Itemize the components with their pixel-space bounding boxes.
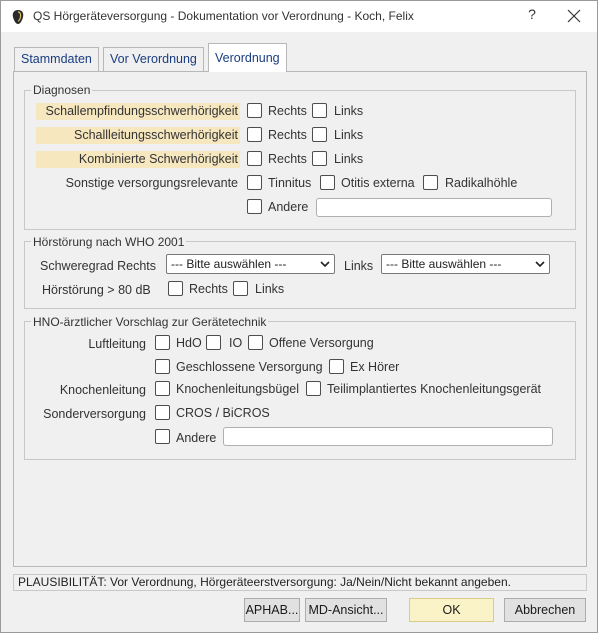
who-hoerstoerung-links-label: Links (255, 282, 285, 296)
hno-andere-label: Andere (176, 431, 217, 445)
diag-schallempfindung-links-checkbox[interactable] (312, 103, 327, 118)
who-rechts-select[interactable]: --- Bitte auswählen --- (166, 254, 335, 274)
window-title: QS Hörgeräteversorgung - Dokumentation v… (33, 9, 414, 23)
diag-andere-label: Andere (268, 200, 309, 214)
hno-hdo-checkbox[interactable] (155, 335, 170, 350)
who-links-label: Links (344, 259, 374, 273)
diag-otitis-label: Otitis externa (341, 176, 415, 190)
cancel-button[interactable]: Abbrechen (504, 598, 586, 622)
chevron-down-icon (535, 261, 545, 268)
hno-offene-checkbox[interactable] (248, 335, 263, 350)
who-hoerstoerung-links-checkbox[interactable] (233, 281, 248, 296)
diag-otitis-checkbox[interactable] (320, 175, 335, 190)
diag-schallempfindung-rechts-label: Rechts (268, 104, 307, 118)
diag-schallleitung-links-checkbox[interactable] (312, 127, 327, 142)
hno-io-checkbox[interactable] (206, 335, 221, 350)
diag-schallleitung-rechts-checkbox[interactable] (247, 127, 262, 142)
hno-exhoerer-label: Ex Hörer (350, 360, 400, 374)
hno-offene-label: Offene Versorgung (269, 336, 374, 350)
close-icon (567, 9, 581, 23)
hno-geschlossene-label: Geschlossene Versorgung (176, 360, 323, 374)
diag-tinnitus-label: Tinnitus (268, 176, 312, 190)
help-button[interactable]: ? (523, 6, 541, 26)
who-links-select-value: --- Bitte auswählen --- (386, 257, 502, 271)
plausibility-status: PLAUSIBILITÄT: Vor Verordnung, Hörgeräte… (13, 574, 587, 591)
dialog-window: QS Hörgeräteversorgung - Dokumentation v… (0, 0, 598, 633)
title-bar: QS Hörgeräteversorgung - Dokumentation v… (1, 1, 597, 32)
diag-kombiniert-rechts-label: Rechts (268, 152, 307, 166)
hno-hdo-label: HdO (176, 336, 202, 350)
hno-cros-checkbox[interactable] (155, 405, 170, 420)
hno-knochenleitung-label: Knochenleitung (59, 383, 146, 397)
diag-schallleitung-links-label: Links (334, 128, 364, 142)
aphab-button[interactable]: APHAB... (244, 598, 300, 622)
diag-kombiniert-rechts-checkbox[interactable] (247, 151, 262, 166)
diag-radikalhoehle-label: Radikalhöhle (445, 176, 518, 190)
diag-tinnitus-checkbox[interactable] (247, 175, 262, 190)
hno-teilimplantiert-label: Teilimplantiertes Knochenleitungsgerät (327, 382, 542, 396)
diag-label-schallempfindung: Schallempfindungsschwerhörigkeit (36, 103, 240, 120)
hno-io-label: IO (229, 336, 243, 350)
hno-geschlossene-checkbox[interactable] (155, 359, 170, 374)
diag-schallempfindung-links-label: Links (334, 104, 364, 118)
diag-label-kombiniert: Kombinierte Schwerhörigkeit (36, 151, 240, 168)
hno-andere-input[interactable] (223, 427, 553, 446)
ok-button[interactable]: OK (409, 598, 494, 622)
diag-schallempfindung-rechts-checkbox[interactable] (247, 103, 262, 118)
hno-luftleitung-label: Luftleitung (88, 337, 146, 351)
close-button[interactable] (563, 6, 585, 26)
who-links-select[interactable]: --- Bitte auswählen --- (381, 254, 550, 274)
hno-cros-label: CROS / BiCROS (176, 406, 270, 420)
diag-andere-checkbox[interactable] (247, 199, 262, 214)
who-hoerstoerung-rechts-checkbox[interactable] (168, 281, 183, 296)
diag-schallleitung-rechts-label: Rechts (268, 128, 307, 142)
hno-exhoerer-checkbox[interactable] (329, 359, 344, 374)
tab-vor-verordnung[interactable]: Vor Verordnung (103, 47, 204, 71)
who-hoerstoerung-label: Hörstörung > 80 dB (42, 283, 151, 297)
hno-legend: HNO-ärztlicher Vorschlag zur Gerätetechn… (31, 315, 269, 329)
hno-knochenbuegel-label: Knochenleitungsbügel (176, 382, 300, 396)
chevron-down-icon (320, 261, 330, 268)
diag-kombiniert-links-label: Links (334, 152, 364, 166)
hno-teilimplantiert-checkbox[interactable] (306, 381, 321, 396)
tab-verordnung[interactable]: Verordnung (208, 43, 287, 72)
app-icon (12, 10, 24, 24)
who-legend: Hörstörung nach WHO 2001 (31, 235, 187, 249)
md-ansicht-button[interactable]: MD-Ansicht... (305, 598, 387, 622)
diag-radikalhoehle-checkbox[interactable] (423, 175, 438, 190)
who-rechts-select-value: --- Bitte auswählen --- (171, 257, 287, 271)
diagnosen-legend: Diagnosen (31, 83, 93, 97)
hno-andere-checkbox[interactable] (155, 429, 170, 444)
tab-panel-verordnung: Diagnosen Schallempfindungsschwerhörigke… (13, 71, 587, 567)
diag-andere-input[interactable] (316, 198, 552, 217)
who-hoerstoerung-rechts-label: Rechts (189, 282, 228, 296)
tab-stammdaten[interactable]: Stammdaten (14, 47, 99, 71)
diag-label-sonstige: Sonstige versorgungsrelevante (65, 176, 238, 190)
who-schweregrad-label: Schweregrad Rechts (40, 259, 157, 273)
who-group (24, 241, 576, 309)
diag-label-schallleitung: Schallleitungsschwerhörigkeit (36, 127, 240, 144)
hno-sonder-label: Sonderversorgung (43, 407, 146, 421)
diag-kombiniert-links-checkbox[interactable] (312, 151, 327, 166)
hno-knochenbuegel-checkbox[interactable] (155, 381, 170, 396)
